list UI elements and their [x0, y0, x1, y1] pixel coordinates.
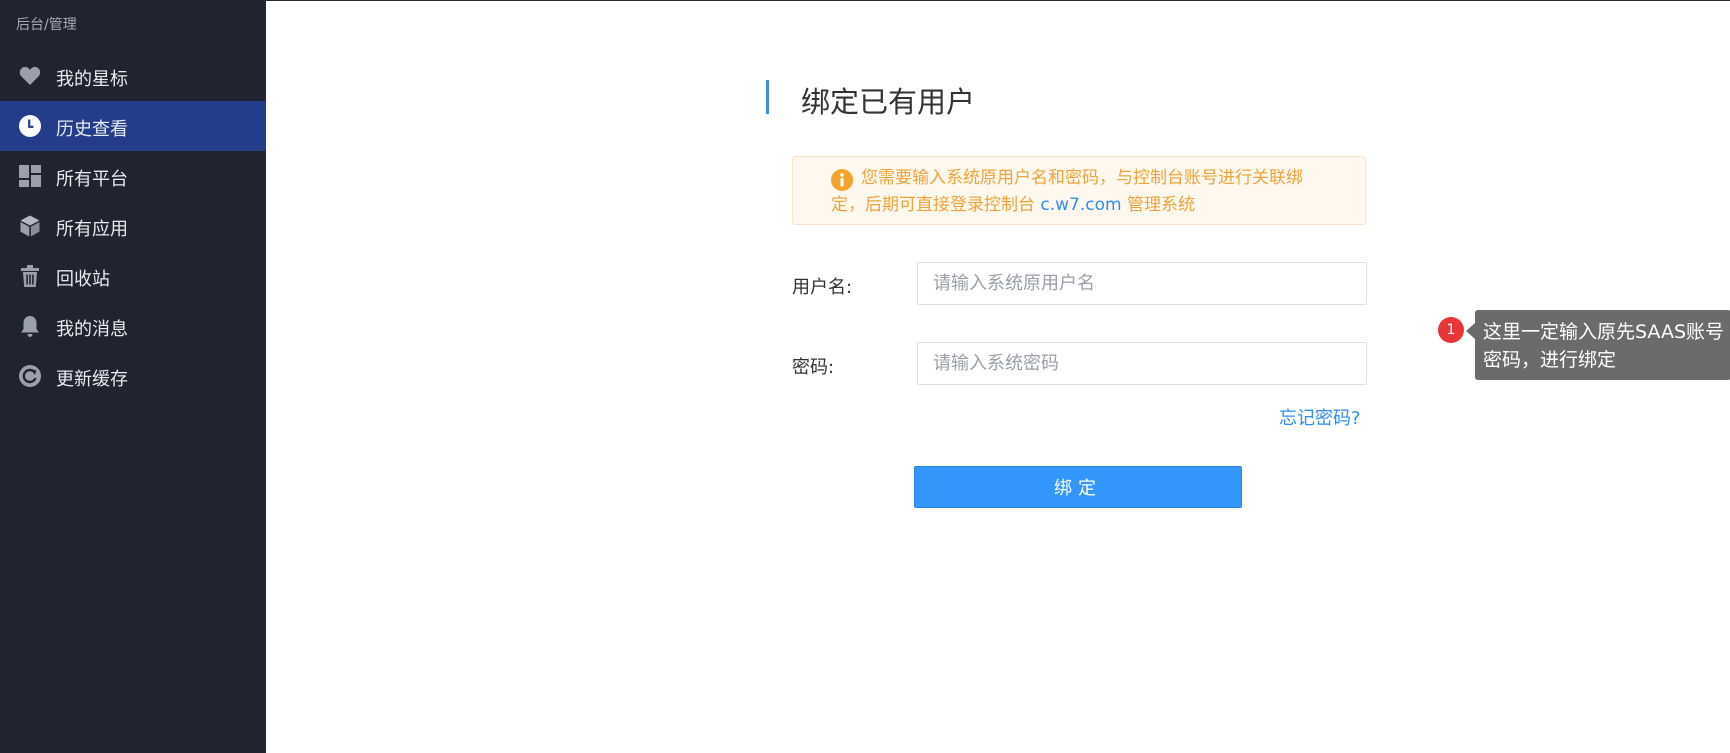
bell-icon — [18, 314, 42, 338]
sidebar-item-label: 我的消息 — [56, 319, 128, 340]
sidebar-item-label: 所有平台 — [56, 169, 128, 190]
annotation-badge: 1 — [1438, 317, 1464, 343]
breadcrumb: 后台/管理 — [16, 17, 77, 33]
sidebar-item-apps[interactable]: 所有应用 — [0, 201, 266, 251]
sidebar-item-label: 历史查看 — [56, 119, 128, 140]
username-label: 用户名: — [792, 277, 853, 298]
tooltip-arrow — [1466, 323, 1475, 339]
annotation-tooltip: 这里一定输入原先SAAS账号密码，进行绑定 — [1475, 310, 1730, 380]
sidebar-item-history[interactable]: 历史查看 — [0, 101, 266, 151]
password-input[interactable] — [917, 342, 1367, 385]
notice-box: 您需要输入系统原用户名和密码，与控制台账号进行关联绑定，后期可直接登录控制台 c… — [792, 156, 1366, 225]
heart-icon — [18, 64, 42, 88]
console-link[interactable]: c.w7.com — [1040, 195, 1121, 215]
sidebar-item-label: 回收站 — [56, 269, 110, 290]
password-label: 密码: — [792, 357, 835, 378]
dashboard-icon — [18, 164, 42, 188]
notice-message-end: 管理系统 — [1121, 195, 1195, 215]
title-accent-bar — [766, 80, 769, 114]
sidebar-item-trash[interactable]: 回收站 — [0, 251, 266, 301]
page-title: 绑定已有用户 — [801, 85, 976, 119]
cube-icon — [18, 214, 42, 238]
notice-text: 您需要输入系统原用户名和密码，与控制台账号进行关联绑定，后期可直接登录控制台 c… — [831, 165, 1331, 219]
sidebar-item-refresh-cache[interactable]: 更新缓存 — [0, 351, 266, 401]
sidebar-item-label: 所有应用 — [56, 219, 128, 240]
sidebar-item-starred[interactable]: 我的星标 — [0, 51, 266, 101]
annotation-text: 这里一定输入原先SAAS账号密码，进行绑定 — [1483, 321, 1724, 371]
bind-button[interactable]: 绑定 — [914, 466, 1242, 508]
forgot-password-link[interactable]: 忘记密码? — [1279, 404, 1361, 430]
sidebar-item-messages[interactable]: 我的消息 — [0, 301, 266, 351]
sidebar: 后台/管理 我的星标 历史查看 所有平台 所有应用 回收站 我的消息 更新缓存 — [0, 0, 266, 753]
sidebar-item-label: 我的星标 — [56, 69, 128, 90]
sidebar-item-platforms[interactable]: 所有平台 — [0, 151, 266, 201]
username-input[interactable] — [917, 262, 1367, 305]
sidebar-item-label: 更新缓存 — [56, 369, 128, 390]
refresh-icon — [18, 364, 42, 388]
clock-icon — [18, 114, 42, 138]
trash-icon — [18, 264, 42, 288]
